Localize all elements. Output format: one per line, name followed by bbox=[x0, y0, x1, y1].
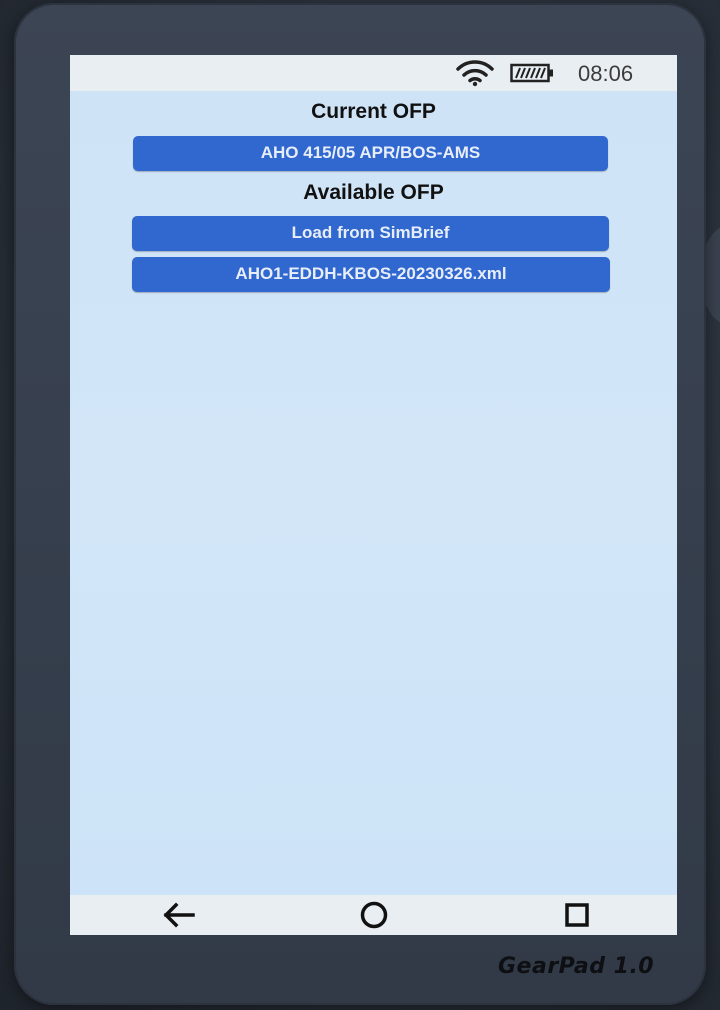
recents-square-icon[interactable] bbox=[559, 899, 595, 931]
home-circle-icon[interactable] bbox=[356, 899, 392, 931]
navigation-bar bbox=[70, 895, 677, 935]
device-brand-label: GearPad 1.0 bbox=[498, 954, 655, 979]
tablet-device: 08:06 Current OFP AHO 415/05 APR/BOS-AMS… bbox=[14, 3, 706, 1005]
available-ofp-heading: Available OFP bbox=[303, 181, 444, 204]
ofp-file-button[interactable]: AHO1-EDDH-KBOS-20230326.xml bbox=[132, 257, 610, 292]
status-clock: 08:06 bbox=[578, 61, 634, 86]
ofp-content: Current OFP AHO 415/05 APR/BOS-AMS Avail… bbox=[70, 91, 677, 895]
current-ofp-heading: Current OFP bbox=[311, 100, 436, 123]
status-bar: 08:06 bbox=[70, 55, 677, 91]
battery-icon bbox=[510, 63, 553, 83]
wifi-icon bbox=[456, 60, 494, 87]
current-ofp-button[interactable]: AHO 415/05 APR/BOS-AMS bbox=[133, 136, 608, 171]
scene-background: 08:06 Current OFP AHO 415/05 APR/BOS-AMS… bbox=[0, 0, 720, 1010]
load-from-simbrief-button[interactable]: Load from SimBrief bbox=[132, 216, 609, 251]
tablet-screen: 08:06 Current OFP AHO 415/05 APR/BOS-AMS… bbox=[70, 55, 677, 935]
back-arrow-icon[interactable] bbox=[161, 899, 197, 931]
